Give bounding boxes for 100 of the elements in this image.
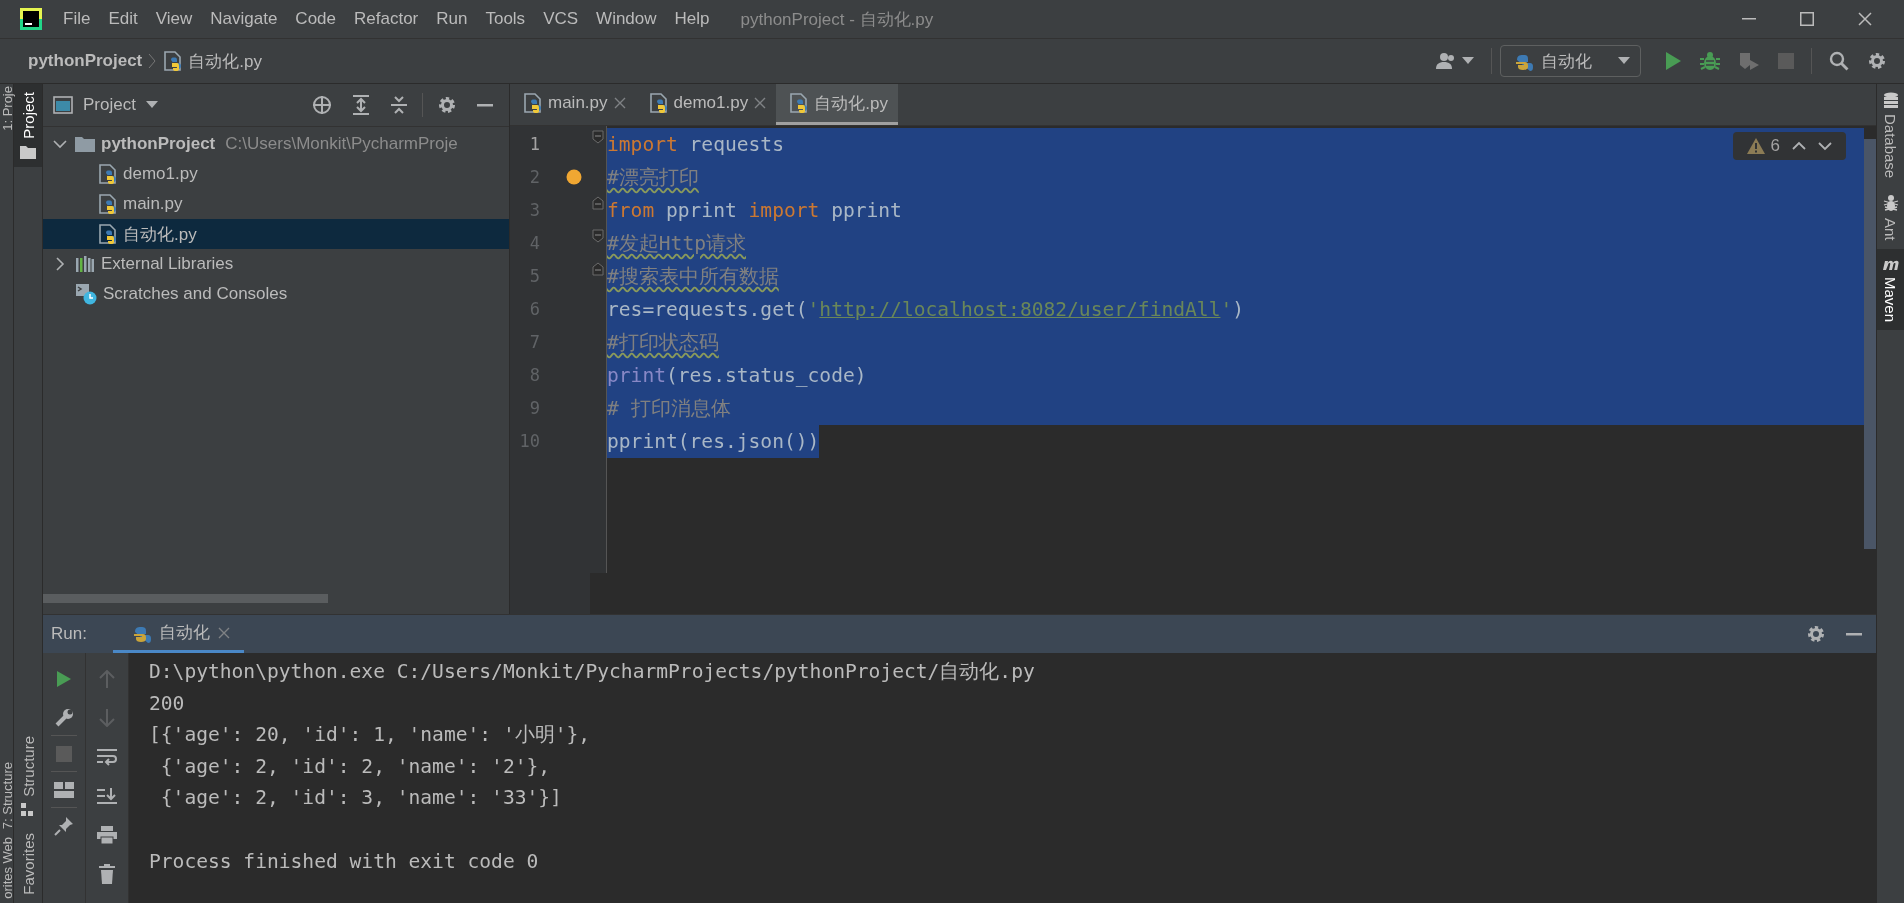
python-file-icon	[99, 224, 117, 244]
chevron-down-icon[interactable]	[1818, 141, 1832, 151]
folder-icon	[20, 144, 36, 159]
trash-icon[interactable]	[99, 863, 115, 884]
menu-item[interactable]: Navigate	[201, 5, 287, 33]
tool-window-tab[interactable]: Structure	[14, 728, 42, 826]
tree-item[interactable]: Scratches and Consoles	[43, 279, 509, 309]
line-number: 1	[528, 133, 541, 156]
tool-window-tab[interactable]: Database	[1877, 84, 1904, 187]
menu-item[interactable]: Run	[427, 5, 477, 33]
code-line: print(res.status_code)	[607, 363, 867, 389]
caret-icon	[1618, 57, 1630, 65]
python-file-icon	[649, 93, 668, 113]
tool-window-tab[interactable]: Web	[0, 832, 13, 868]
editor-tab[interactable]: 自动化.py	[776, 84, 898, 125]
code-line: from pprint import pprint	[607, 198, 902, 224]
warning-icon	[1746, 138, 1765, 154]
wrench-icon[interactable]	[54, 707, 74, 728]
close-icon[interactable]	[1858, 12, 1872, 26]
menu-item[interactable]: File	[54, 5, 100, 33]
tree-item[interactable]: 自动化.py	[43, 219, 509, 249]
search-icon[interactable]	[1829, 51, 1849, 71]
menu-item[interactable]: Code	[286, 5, 345, 33]
close-icon[interactable]	[613, 97, 626, 109]
settings-icon[interactable]	[1867, 51, 1887, 71]
python-file-icon	[524, 93, 542, 113]
menu-item[interactable]: VCS	[534, 5, 588, 33]
editor-tab[interactable]: main.py	[510, 84, 636, 125]
tree-item[interactable]: demo1.py	[43, 159, 509, 189]
settings-icon[interactable]	[1806, 624, 1826, 644]
ant-icon	[1882, 194, 1899, 213]
panel-icon	[53, 96, 73, 114]
run-icon[interactable]	[1664, 51, 1682, 71]
menu-item[interactable]: Window	[587, 5, 666, 33]
menu-item[interactable]: Refactor	[345, 5, 428, 33]
scrollbar[interactable]	[43, 594, 328, 603]
python-file-icon	[99, 194, 117, 214]
maximize-icon[interactable]	[1800, 12, 1814, 26]
hide-icon[interactable]	[477, 103, 493, 107]
scratches-icon	[75, 283, 97, 305]
soft-wrap-icon[interactable]	[97, 747, 117, 766]
code-line: #发起Http请求	[607, 231, 746, 257]
chevron-right-icon	[54, 257, 66, 271]
breadcrumb-item[interactable]: 自动化.py	[164, 49, 262, 73]
tool-window-tab[interactable]: orites	[0, 867, 13, 903]
tool-window-tab[interactable]: Project	[14, 84, 42, 167]
menu-item[interactable]: View	[146, 5, 202, 33]
caret-icon	[145, 101, 158, 109]
collapse-all-icon[interactable]	[390, 95, 408, 115]
console-line: [{'age': 20, 'id': 1, 'name': '小明'},	[149, 722, 592, 749]
locate-icon[interactable]	[312, 95, 332, 115]
menu-item[interactable]: Tools	[476, 5, 535, 33]
breadcrumb-separator-icon	[148, 53, 157, 69]
lightbulb-icon[interactable]	[566, 169, 582, 185]
app-logo-icon	[20, 8, 42, 30]
tool-window-tab[interactable]: Favorites	[14, 825, 42, 903]
scroll-to-end-icon[interactable]	[97, 786, 117, 805]
tree-item[interactable]: pythonProject C:\Users\Monkit\PycharmProje	[43, 129, 509, 159]
close-icon[interactable]	[754, 97, 767, 109]
bug-icon[interactable]	[1700, 51, 1720, 71]
python-file-icon	[164, 51, 183, 71]
inspection-widget[interactable]: 6	[1732, 132, 1846, 160]
layout-icon[interactable]	[54, 781, 74, 798]
console-line: Process finished with exit code 0	[149, 848, 540, 875]
library-icon	[75, 255, 95, 273]
tool-window-tab[interactable]: 7: Structure	[0, 757, 13, 833]
database-icon	[1882, 92, 1899, 108]
run-label: Run:	[50, 623, 88, 645]
tool-window-tab[interactable]: Maven	[1877, 248, 1904, 330]
structure-icon	[21, 803, 35, 818]
menu-item[interactable]: Edit	[99, 5, 147, 33]
editor-tab[interactable]: demo1.py	[635, 84, 777, 125]
settings-icon[interactable]	[437, 95, 457, 115]
close-icon[interactable]	[217, 626, 230, 639]
window-title: pythonProject - 自动化.py	[740, 8, 934, 31]
pin-icon[interactable]	[54, 815, 74, 836]
code-line: import requests	[607, 132, 784, 158]
tree-item[interactable]: main.py	[43, 189, 509, 219]
hide-icon[interactable]	[1846, 632, 1862, 636]
python-file-icon	[790, 93, 809, 113]
console-line: 200	[149, 690, 186, 717]
console-line: {'age': 2, 'id': 3, 'name': '33'}]	[159, 785, 563, 812]
expand-all-icon[interactable]	[352, 95, 370, 115]
project-view-dropdown[interactable]: Project	[53, 95, 158, 115]
code-line: #搜索表中所有数据	[607, 264, 779, 290]
run-tab[interactable]: 自动化	[112, 615, 244, 653]
print-icon[interactable]	[97, 825, 117, 844]
tool-window-tab[interactable]: 1: Proje	[0, 84, 13, 133]
python-file-icon	[99, 164, 117, 184]
code-line: # 打印消息体	[607, 396, 731, 422]
console-line: D:\python\python.exe C:/Users/Monkit/PycharmProjects/pythonProject/自动化.py	[149, 659, 1036, 685]
tree-item[interactable]: External Libraries	[43, 249, 509, 279]
tool-window-tab[interactable]: Ant	[1877, 186, 1904, 249]
run-configuration-dropdown[interactable]: 自动化	[1500, 45, 1641, 77]
chevron-up-icon[interactable]	[1792, 141, 1806, 151]
scrollbar[interactable]	[1864, 139, 1876, 549]
run-icon[interactable]	[56, 669, 72, 688]
chevron-down-icon	[53, 138, 67, 150]
breadcrumb-item[interactable]: pythonProject	[28, 51, 143, 71]
menu-item[interactable]: Help	[665, 5, 719, 33]
